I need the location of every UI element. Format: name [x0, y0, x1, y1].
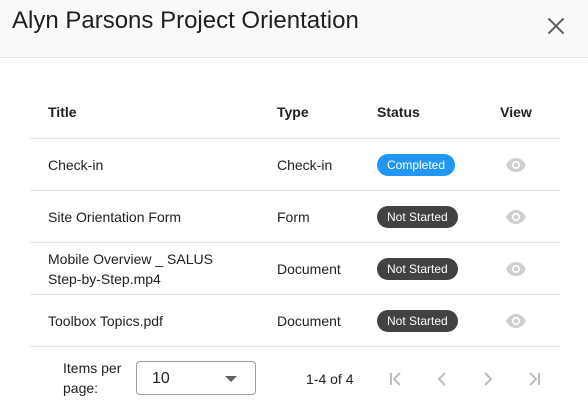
row-type: Form: [277, 208, 310, 225]
last-page-icon: [529, 372, 540, 386]
caret-down-icon: [225, 376, 237, 382]
eye-icon: [506, 209, 526, 224]
table-row: Check-in Check-in Completed: [30, 139, 560, 191]
orientation-dialog: Alyn Parsons Project Orientation Title T…: [0, 0, 588, 413]
eye-icon: [506, 261, 526, 276]
row-title: Toolbox Topics.pdf: [48, 312, 163, 329]
chevron-left-icon: [437, 372, 446, 386]
view-button[interactable]: [504, 205, 528, 229]
table-row: Mobile Overview _ SALUS Step-by-Step.mp4…: [30, 243, 560, 295]
column-header-title[interactable]: Title: [48, 86, 268, 138]
table-row: Toolbox Topics.pdf Document Not Started: [30, 295, 560, 347]
row-title: Mobile Overview _ SALUS Step-by-Step.mp4: [48, 250, 213, 287]
pagination-bar: Items per page: 10 1-4 of 4: [0, 348, 588, 413]
view-button[interactable]: [504, 153, 528, 177]
close-button[interactable]: [544, 14, 568, 38]
items-per-page-select[interactable]: 10: [136, 361, 256, 395]
prev-page-button[interactable]: [430, 367, 454, 391]
dialog-title: Alyn Parsons Project Orientation: [12, 7, 359, 34]
status-badge: Completed: [377, 153, 456, 176]
column-header-status[interactable]: Status: [377, 86, 487, 138]
close-icon: [548, 18, 564, 34]
column-header-view: View: [500, 104, 532, 120]
row-type: Check-in: [277, 156, 333, 173]
status-badge: Not Started: [377, 309, 458, 332]
dialog-header: Alyn Parsons Project Orientation: [0, 0, 588, 58]
table-header-row: Title Type Status View: [30, 86, 560, 139]
eye-icon: [506, 313, 526, 328]
status-badge: Not Started: [377, 257, 458, 280]
next-page-button[interactable]: [476, 367, 500, 391]
eye-icon: [506, 157, 526, 172]
view-button[interactable]: [504, 309, 528, 333]
view-button[interactable]: [504, 257, 528, 281]
row-type: Document: [277, 260, 341, 277]
row-title: Site Orientation Form: [48, 208, 182, 225]
items-per-page-value: 10: [152, 370, 170, 387]
items-per-page-label: Items per page:: [63, 360, 122, 396]
first-page-icon: [390, 372, 401, 386]
table-row: Site Orientation Form Form Not Started: [30, 191, 560, 243]
chevron-right-icon: [484, 372, 493, 386]
documents-table: Title Type Status View Check-in Check-in…: [30, 86, 560, 347]
row-title: Check-in: [48, 156, 104, 173]
row-type: Document: [277, 312, 341, 329]
pagination-range: 1-4 of 4: [306, 371, 354, 387]
column-header-type[interactable]: Type: [277, 86, 372, 138]
status-badge: Not Started: [377, 205, 458, 228]
last-page-button[interactable]: [522, 367, 546, 391]
first-page-button[interactable]: [384, 367, 408, 391]
